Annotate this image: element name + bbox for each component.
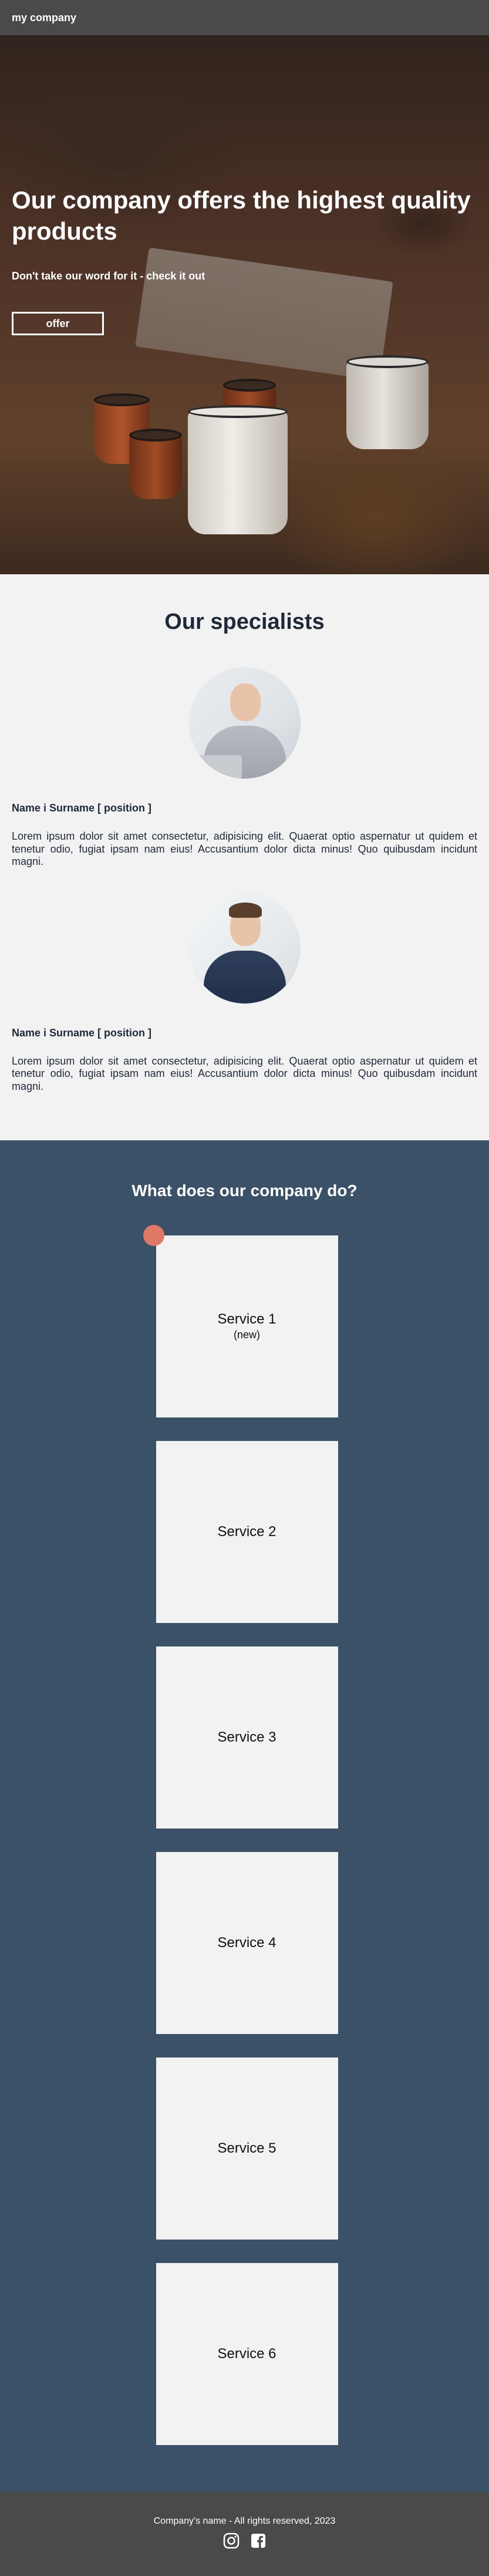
service-card-4[interactable]: Service 4 — [156, 1851, 338, 2034]
hero-image-mug — [129, 429, 182, 499]
hero-content: Our company offers the highest quality p… — [12, 185, 471, 335]
specialist-card: Name i Surname [ position ] Lorem ipsum … — [12, 667, 477, 868]
services-title: What does our company do? — [131, 1181, 358, 1200]
hero-image-mug — [188, 405, 288, 534]
specialist-photo — [188, 667, 301, 779]
specialists-section: Our specialists Name i Surname [ positio… — [0, 574, 489, 1140]
hero-section: Our company offers the highest quality p… — [0, 35, 489, 574]
specialist-photo — [188, 891, 301, 1004]
service-note: (new) — [233, 1329, 260, 1341]
service-card-5[interactable]: Service 5 — [156, 2057, 338, 2240]
specialist-name: Name i Surname [ position ] — [12, 802, 152, 814]
offer-button[interactable]: offer — [12, 312, 104, 335]
specialists-title: Our specialists — [164, 610, 325, 634]
specialist-name: Name i Surname [ position ] — [12, 1026, 152, 1039]
service-name: Service 5 — [217, 2140, 276, 2156]
footer-copyright: Company's name - All rights reserved, 20… — [153, 2516, 336, 2526]
specialist-description: Lorem ipsum dolor sit amet consectetur, … — [12, 830, 477, 868]
service-name: Service 1 — [217, 1311, 276, 1328]
service-name: Service 6 — [217, 2345, 276, 2362]
brand-logo[interactable]: my company — [12, 12, 76, 24]
hero-title: Our company offers the highest quality p… — [12, 186, 471, 245]
services-list: Service 1 (new) Service 2 Service 3 Serv… — [0, 1224, 489, 2445]
photo-head — [224, 679, 267, 721]
service-card-2[interactable]: Service 2 — [156, 1440, 338, 1623]
specialist-card: Name i Surname [ position ] Lorem ipsum … — [12, 891, 477, 1093]
footer: Company's name - All rights reserved, 20… — [0, 2491, 489, 2576]
photo-body — [203, 950, 286, 1004]
service-card-3[interactable]: Service 3 — [156, 1646, 338, 1829]
hero-subtitle: Don't take our word for it - check it ou… — [12, 270, 205, 282]
service-name: Service 4 — [217, 1934, 276, 1951]
photo-laptop — [194, 755, 242, 779]
instagram-icon[interactable] — [223, 2533, 240, 2552]
service-card-1[interactable]: Service 1 (new) — [143, 1224, 338, 1417]
new-badge-dot — [143, 1224, 164, 1246]
specialist-description: Lorem ipsum dolor sit amet consectetur, … — [12, 1055, 477, 1092]
service-card-6[interactable]: Service 6 — [156, 2262, 338, 2445]
services-section: What does our company do? Service 1 (new… — [0, 1140, 489, 2492]
service-name: Service 2 — [217, 1523, 276, 1540]
service-name: Service 3 — [217, 1729, 276, 1745]
hero-image-mug — [346, 355, 429, 449]
top-bar: my company — [0, 0, 489, 35]
photo-head — [228, 902, 262, 946]
facebook-icon[interactable] — [250, 2533, 267, 2552]
social-links — [223, 2533, 267, 2552]
